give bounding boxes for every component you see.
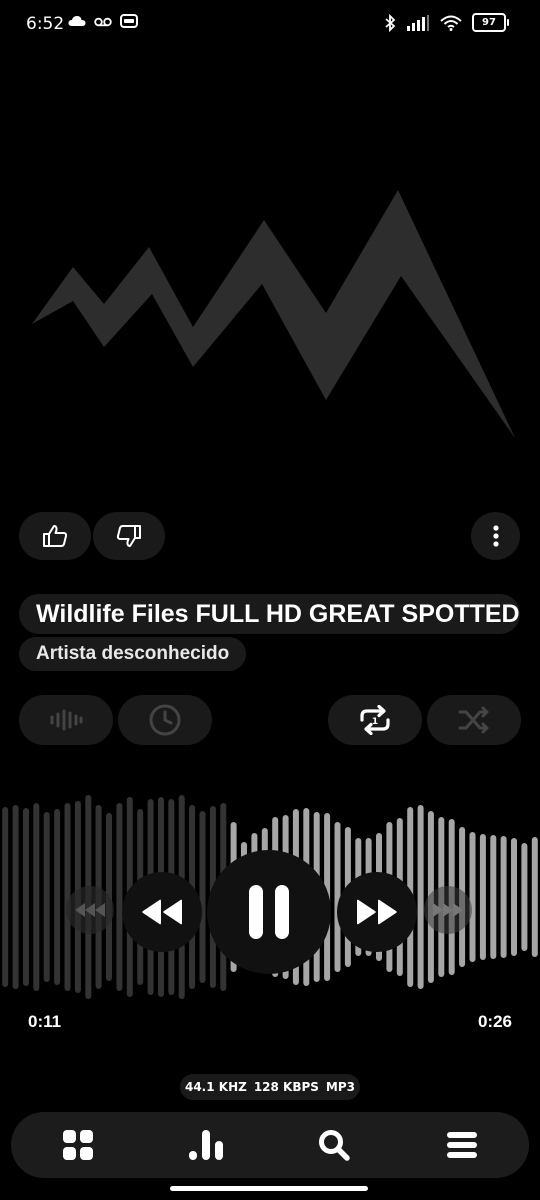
shuffle-button[interactable]: [427, 695, 521, 745]
triple-rewind-icon: [75, 903, 105, 917]
elapsed-time: 0:11: [28, 1012, 62, 1031]
waveform-bar: [43, 812, 50, 982]
nav-search[interactable]: [269, 1112, 399, 1178]
waveform-bar: [490, 835, 497, 959]
track-artist[interactable]: Artista desconhecido: [19, 637, 247, 671]
svg-text:1: 1: [372, 717, 378, 727]
waveform-bar: [2, 807, 9, 987]
play-pause-button[interactable]: [207, 850, 331, 974]
seek-back-10-button[interactable]: [66, 886, 114, 934]
cloud-icon: [68, 16, 86, 26]
waveform-bar: [521, 843, 528, 951]
total-duration: 0:26: [477, 1012, 512, 1031]
clock-icon: [149, 704, 181, 736]
waveform-bar: [199, 811, 206, 983]
bluetooth-icon: [385, 13, 396, 32]
album-art-mountain: [32, 190, 515, 438]
status-bar: 6:52 97: [0, 0, 540, 48]
thumbs-up-icon: [43, 525, 68, 547]
waveform-bar: [116, 803, 123, 991]
thumbs-down-icon: [116, 525, 141, 547]
repeat-one-icon: 1: [360, 705, 390, 735]
wifi-icon: [440, 15, 462, 31]
sleep-timer-button[interactable]: [118, 695, 212, 745]
voicemail-icon: [94, 17, 112, 27]
rewind-button[interactable]: [122, 872, 202, 952]
nav-library[interactable]: [13, 1112, 143, 1178]
waveform-bar: [479, 834, 486, 960]
more-vertical-icon: [492, 525, 499, 547]
status-left-icons: [68, 14, 138, 28]
waveform-bar: [54, 809, 61, 985]
waveform-bar: [531, 837, 538, 957]
pause-icon: [249, 885, 289, 939]
nav-stats[interactable]: [141, 1112, 271, 1178]
rewind-icon: [142, 899, 182, 925]
sample-rate: 44.1 KHZ: [184, 1080, 247, 1094]
battery-icon: 97: [472, 13, 509, 32]
shuffle-icon: [458, 706, 489, 734]
status-right-icons: 97: [384, 13, 509, 32]
waveform-bar: [511, 838, 517, 956]
equalizer-button[interactable]: [19, 695, 113, 745]
home-indicator: [170, 1186, 368, 1191]
like-button[interactable]: [19, 512, 91, 560]
status-time: 6:52: [26, 14, 65, 34]
search-icon: [319, 1130, 350, 1161]
waveform-bar: [33, 803, 40, 991]
bar-chart-icon: [189, 1130, 223, 1160]
waveform-bar: [12, 805, 19, 989]
grid-icon: [63, 1130, 93, 1160]
waveform-bar: [417, 805, 424, 989]
triple-forward-icon: [433, 903, 463, 917]
waveform-bar: [469, 832, 476, 962]
repeat-button[interactable]: 1: [328, 695, 422, 745]
fast-forward-button[interactable]: [337, 872, 417, 952]
fast-forward-icon: [357, 899, 397, 925]
bitrate: 128 KBPS: [253, 1080, 319, 1094]
codec: MP3: [325, 1080, 356, 1094]
signal-icon: [407, 14, 429, 31]
dislike-button[interactable]: [93, 512, 165, 560]
nav-menu[interactable]: [397, 1112, 527, 1178]
cast-icon: [120, 14, 138, 28]
bottom-navigation: [11, 1112, 529, 1178]
waveform-bar: [500, 836, 507, 958]
menu-icon: [447, 1132, 477, 1158]
audio-format-badge: 44.1 KHZ 128 KBPS MP3: [180, 1074, 360, 1100]
waveform-bar: [23, 808, 29, 986]
track-title[interactable]: Wildlife Files FULL HD GREAT SPOTTED: [19, 594, 520, 634]
more-options-button[interactable]: [471, 512, 520, 560]
seek-forward-10-button[interactable]: [424, 886, 472, 934]
waveform-icon: [50, 709, 83, 731]
